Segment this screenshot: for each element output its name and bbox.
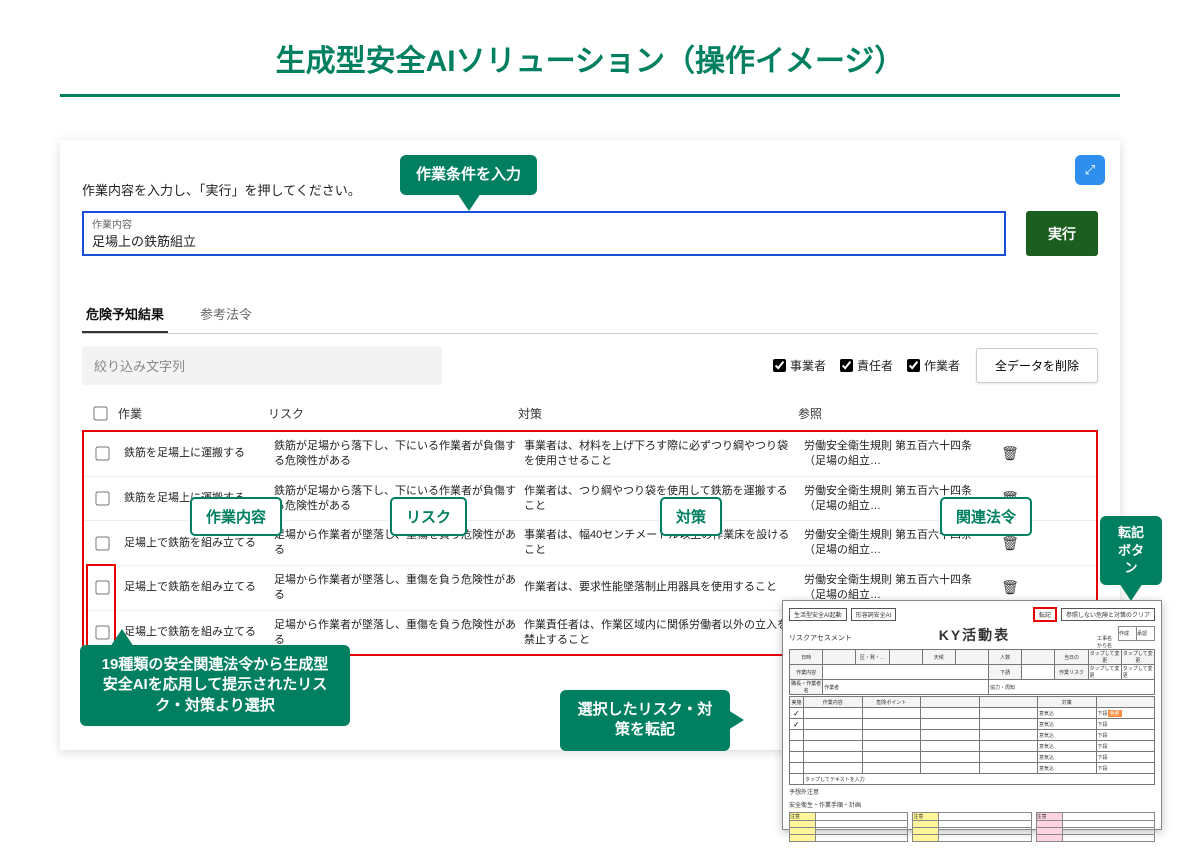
task-input-value: 足場上の鉄筋組立 <box>92 231 996 250</box>
title-underline <box>60 94 1120 97</box>
delete-all-button[interactable]: 全データを削除 <box>976 348 1098 383</box>
ky-btn-1[interactable]: 生活型安全AI起動 <box>789 608 847 621</box>
col-label-measure: 対策 <box>660 497 722 536</box>
callout-input: 作業条件を入力 <box>400 155 537 195</box>
table-header: 作業 リスク 対策 参照 <box>82 399 1098 428</box>
ky-btn-transfer[interactable]: 転記 <box>1033 607 1057 622</box>
cell-ref: 労働安全衛生規則 第五百六十四条（足場の組立… <box>800 439 990 469</box>
callout-select-text: 19種類の安全関連法令から生成型安全AIを応用して提示されたリスク・対策より選択 <box>102 656 329 714</box>
filter-company[interactable]: 事業者 <box>773 357 826 374</box>
cell-measure: 事業者は、材料を上げ下ろす際に必ずつり綱やつり袋を使用させること <box>520 439 800 469</box>
ky-note-label: 安全衛生・作業手順・計画 <box>789 800 1155 809</box>
cell-task: 鉄筋を足場上に運搬する <box>120 446 270 461</box>
cell-risk: 足場から作業者が墜落し、重傷を負う危険性がある <box>270 573 520 603</box>
col-risk: リスク <box>268 405 518 422</box>
filter-manager[interactable]: 責任者 <box>840 357 893 374</box>
trash-icon[interactable]: 🗑 <box>990 579 1030 596</box>
filter-worker-label: 作業者 <box>924 357 960 374</box>
role-filter-group: 事業者 責任者 作業者 <box>773 357 960 374</box>
callout-input-text: 作業条件を入力 <box>416 166 521 183</box>
cell-task: 足場上で鉄筋を組み立てる <box>120 625 270 640</box>
row-checkbox[interactable] <box>95 536 109 550</box>
ky-btn-2[interactable]: 形容詞安全AI <box>851 608 897 621</box>
col-task: 作業 <box>118 405 268 422</box>
tab-laws[interactable]: 参考法令 <box>196 296 256 333</box>
col-label-task: 作業内容 <box>190 497 282 536</box>
page-title: 生成型安全AIソリューション（操作イメージ） <box>0 0 1180 94</box>
ky-title: KY活動表 <box>858 625 1091 645</box>
tab-results[interactable]: 危険予知結果 <box>82 296 168 333</box>
ky-free-label: 予想外注意 <box>789 787 1155 796</box>
row-checkbox[interactable] <box>95 447 109 461</box>
col-label-law: 関連法令 <box>940 497 1032 536</box>
cell-measure: 作業責任者は、作業区域内に関係労働者以外の立入を禁止すること <box>520 618 800 648</box>
ky-btn-clear[interactable]: 参照しない危険と対策のクリア <box>1061 608 1155 621</box>
filter-company-label: 事業者 <box>790 357 826 374</box>
task-input[interactable]: 作業内容 足場上の鉄筋組立 <box>82 211 1006 256</box>
ky-body-grid: 実施作業内容危険ポイント対策 意気込下段参照 意気込下段 意気込下段 意気込下段… <box>789 696 1155 785</box>
callout-select: 19種類の安全関連法令から生成型安全AIを応用して提示されたリスク・対策より選択 <box>80 645 350 726</box>
execute-button[interactable]: 実行 <box>1026 211 1098 256</box>
select-all-checkbox[interactable] <box>93 406 107 420</box>
cell-task: 足場上で鉄筋を組み立てる <box>120 536 270 551</box>
trash-icon[interactable]: 🗑 <box>990 535 1030 552</box>
ky-bottom-tables: 注意 注意 注意 <box>789 812 1155 842</box>
row-checkbox[interactable] <box>95 491 109 505</box>
row-checkbox[interactable] <box>95 625 109 639</box>
row-checkbox[interactable] <box>95 581 109 595</box>
instruction-text: 作業内容を入力し、「実行」を押してください。 <box>82 180 1098 199</box>
task-input-label: 作業内容 <box>92 216 996 231</box>
callout-transfer-btn: 転記ボタン <box>1100 516 1162 585</box>
ky-sheet-preview: 生活型安全AI起動 形容詞安全AI 転記 参照しない危険と対策のクリア リスクア… <box>782 600 1162 830</box>
cell-task: 足場上で鉄筋を組み立てる <box>120 580 270 595</box>
cell-risk: 鉄筋が足場から落下し、下にいる作業者が負傷する危険性がある <box>270 439 520 469</box>
ky-subtitle: リスクアセスメント <box>789 633 852 643</box>
cell-measure: 作業者は、要求性能墜落制止用器具を使用すること <box>520 580 800 595</box>
col-label-risk: リスク <box>390 497 467 536</box>
cell-ref: 労働安全衛生規則 第五百六十四条（足場の組立… <box>800 573 990 603</box>
expand-icon[interactable]: ⤢ <box>1075 155 1105 185</box>
col-ref: 参照 <box>798 405 988 422</box>
ky-header-grid: 日時区・発・…天候人数当日のタップして変更タップして変更 作業内容下請作業リスク… <box>789 649 1155 695</box>
col-measure: 対策 <box>518 405 798 422</box>
trash-icon[interactable]: 🗑 <box>990 445 1030 462</box>
tabs: 危険予知結果 参考法令 <box>82 296 1098 334</box>
filter-manager-label: 責任者 <box>857 357 893 374</box>
filter-input[interactable]: 絞り込み文字列 <box>82 346 442 385</box>
callout-transfer-text: 選択したリスク・対策を転記 <box>578 701 713 738</box>
callout-transfer-btn-text: 転記ボタン <box>1118 525 1144 575</box>
callout-transfer: 選択したリスク・対策を転記 <box>560 690 730 751</box>
filter-worker[interactable]: 作業者 <box>907 357 960 374</box>
table-row: 鉄筋を足場上に運搬する 鉄筋が足場から落下し、下にいる作業者が負傷する危険性があ… <box>84 432 1096 476</box>
cell-risk: 足場から作業者が墜落し、重傷を負う危険性がある <box>270 618 520 648</box>
